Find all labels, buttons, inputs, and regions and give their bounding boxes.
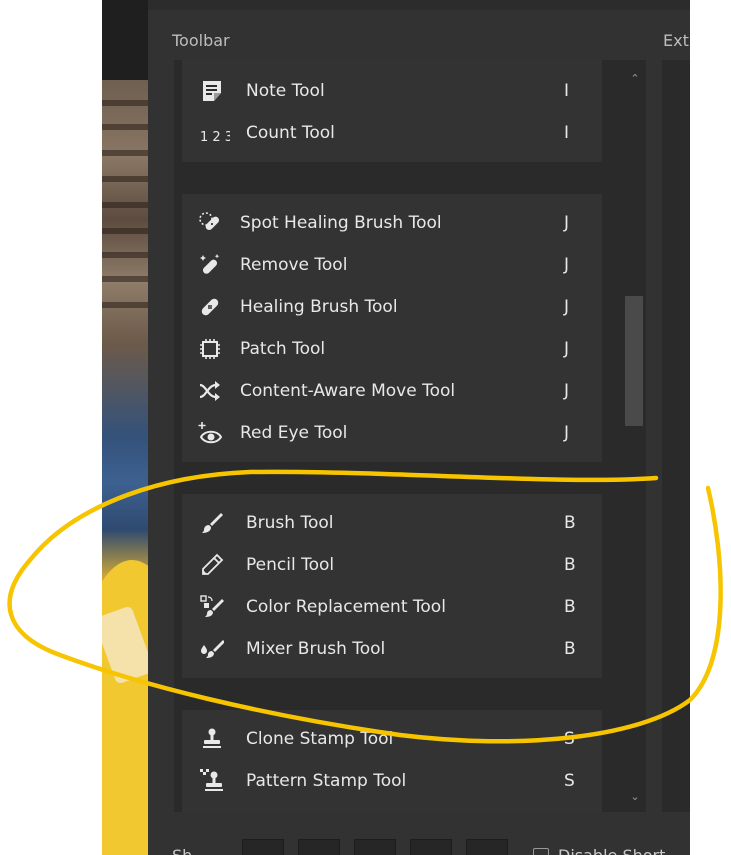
tool-shortcut: I <box>564 81 570 101</box>
tool-shortcut: J <box>564 297 570 317</box>
tool-name: Brush Tool <box>246 513 334 533</box>
tool-row-content-aware-move[interactable]: Content-Aware Move Tool J <box>182 370 602 412</box>
tool-row-pattern-stamp[interactable]: Pattern Stamp Tool S <box>182 760 602 802</box>
count-icon: 1 2 3 <box>200 121 233 145</box>
toolbar-tool-list[interactable]: Note Tool I 1 2 3 Count Tool I Spot Heal… <box>174 60 646 812</box>
tool-shortcut: J <box>564 213 570 233</box>
tool-shortcut: B <box>564 555 576 575</box>
tool-row-note[interactable]: Note Tool I <box>182 70 602 112</box>
spot-healing-icon <box>198 211 222 235</box>
tool-row-patch[interactable]: Patch Tool J <box>182 328 602 370</box>
tool-name: Note Tool <box>246 81 325 101</box>
tool-name: Pencil Tool <box>246 555 335 575</box>
tool-name: Count Tool <box>246 123 335 143</box>
tool-shortcut: I <box>564 123 570 143</box>
tool-shortcut: B <box>564 639 576 659</box>
tool-shortcut: J <box>564 255 570 275</box>
scroll-up-arrow[interactable]: ⌃ <box>628 72 642 86</box>
tool-shortcut: S <box>564 729 575 749</box>
show-option-button-5[interactable] <box>466 839 508 855</box>
tool-shortcut: J <box>564 339 570 359</box>
note-icon <box>200 79 224 103</box>
stamp-icon <box>200 727 224 751</box>
content-aware-move-icon <box>198 379 222 403</box>
tool-group[interactable]: Note Tool I 1 2 3 Count Tool I <box>182 60 602 162</box>
toolbar-section-label: Toolbar <box>172 31 230 50</box>
tool-shortcut: B <box>564 513 576 533</box>
count-glyph: 1 2 3 <box>200 130 230 145</box>
tool-row-count[interactable]: 1 2 3 Count Tool I <box>182 112 602 154</box>
show-option-button-2[interactable] <box>298 839 340 855</box>
disable-shortcuts-checkbox[interactable] <box>533 848 549 855</box>
background-window-strip <box>102 0 148 80</box>
tool-name: Patch Tool <box>240 339 326 359</box>
tool-shortcut: J <box>564 381 570 401</box>
color-replacement-icon <box>200 595 224 619</box>
scrollbar-thumb[interactable] <box>625 296 643 426</box>
tool-row-mixer-brush[interactable]: Mixer Brush Tool B <box>182 628 602 670</box>
show-option-button-3[interactable] <box>354 839 396 855</box>
brush-icon <box>200 511 224 535</box>
show-label: Sh <box>172 846 192 855</box>
tool-group[interactable]: Brush Tool B Pencil Tool B Color Replace… <box>182 494 602 678</box>
tool-name: Healing Brush Tool <box>240 297 398 317</box>
tool-row-clone-stamp[interactable]: Clone Stamp Tool S <box>182 718 602 760</box>
tool-group[interactable]: Spot Healing Brush Tool J Remove Tool J … <box>182 194 602 462</box>
tool-name: Clone Stamp Tool <box>246 729 394 749</box>
tool-name: Content-Aware Move Tool <box>240 381 456 401</box>
extra-tools-section-label: Extr <box>663 31 690 50</box>
mixer-brush-icon <box>200 637 225 661</box>
tool-name: Red Eye Tool <box>240 423 348 443</box>
tool-row-color-replacement[interactable]: Color Replacement Tool B <box>182 586 602 628</box>
tool-name: Pattern Stamp Tool <box>246 771 407 791</box>
show-option-button-4[interactable] <box>410 839 452 855</box>
tool-name: Color Replacement Tool <box>246 597 446 617</box>
customize-toolbar-dialog: Toolbar Extr Note Tool I 1 2 3 Count Too… <box>148 0 690 855</box>
pencil-icon <box>200 553 224 577</box>
show-option-button-1[interactable] <box>242 839 284 855</box>
disable-shortcuts-label: Disable Short <box>558 846 665 855</box>
bandage-icon <box>198 295 222 319</box>
bottom-toolbar: Sh Disable Short <box>148 812 690 855</box>
tool-name: Mixer Brush Tool <box>246 639 386 659</box>
extra-tools-panel[interactable] <box>662 60 690 812</box>
tool-shortcut: J <box>564 423 570 443</box>
dialog-title-strip <box>148 0 690 10</box>
tool-row-spot-healing[interactable]: Spot Healing Brush Tool J <box>182 202 602 244</box>
background-photo <box>102 80 148 855</box>
tool-name: Spot Healing Brush Tool <box>240 213 442 233</box>
remove-icon <box>198 253 222 277</box>
tool-row-red-eye[interactable]: Red Eye Tool J <box>182 412 602 454</box>
pattern-stamp-icon <box>200 769 224 793</box>
patch-icon <box>198 337 222 361</box>
tool-group[interactable]: Clone Stamp Tool S Pattern Stamp Tool S <box>182 710 602 812</box>
tool-row-brush[interactable]: Brush Tool B <box>182 502 602 544</box>
tool-shortcut: B <box>564 597 576 617</box>
tool-row-pencil[interactable]: Pencil Tool B <box>182 544 602 586</box>
red-eye-icon <box>198 421 223 445</box>
tool-name: Remove Tool <box>240 255 348 275</box>
tool-row-remove[interactable]: Remove Tool J <box>182 244 602 286</box>
tool-row-healing-brush[interactable]: Healing Brush Tool J <box>182 286 602 328</box>
scroll-down-arrow[interactable]: ⌄ <box>628 790 642 804</box>
tool-shortcut: S <box>564 771 575 791</box>
